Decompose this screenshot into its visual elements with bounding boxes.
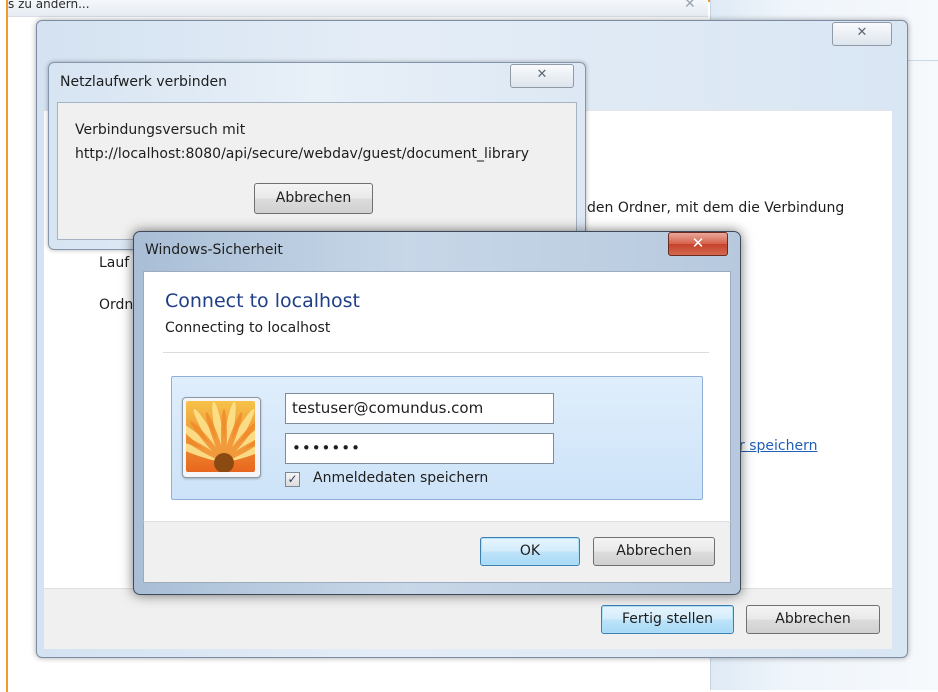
wizard-close-button[interactable]: ✕ [832,22,892,46]
background-close-icon[interactable]: ✕ [684,0,696,12]
windows-security-close-button[interactable]: ✕ [668,232,728,256]
finish-button[interactable]: Fertig stellen [601,605,734,634]
wizard-description: den Ordner, mit dem die Verbindung [587,200,845,216]
connect-progress-close-button[interactable]: ✕ [510,64,574,88]
wizard-cancel-button[interactable]: Abbrechen [746,605,880,634]
windows-security-title: Windows-Sicherheit [145,242,283,258]
security-subheading: Connecting to localhost [165,320,331,336]
security-heading: Connect to localhost [165,290,361,312]
connect-progress-url: http://localhost:8080/api/secure/webdav/… [75,146,530,162]
connect-progress-title: Netzlaufwerk verbinden [60,74,228,90]
save-credentials-checkbox[interactable]: ✓ [285,472,300,487]
connect-progress-cancel-button[interactable]: Abbrechen [254,183,373,214]
ok-button[interactable]: OK [480,537,580,566]
flower-user-tile-icon [186,401,255,472]
wizard-folder-label: Ordn [99,297,134,313]
connect-progress-message: Verbindungsversuch mit [75,122,246,138]
password-field[interactable]: ••••••• [285,433,554,464]
wizard-save-credentials-link[interactable]: r speichern [739,438,817,454]
security-cancel-button[interactable]: Abbrechen [593,537,715,566]
wizard-drive-label: Lauf [99,255,130,271]
username-field[interactable]: testuser@comundus.com [285,393,554,424]
background-window-title: s zu ändern... [8,0,90,11]
security-separator [163,352,709,353]
save-credentials-label: Anmeldedaten speichern [313,470,489,486]
background-window-titlebar: s zu ändern... ✕ [8,0,708,17]
